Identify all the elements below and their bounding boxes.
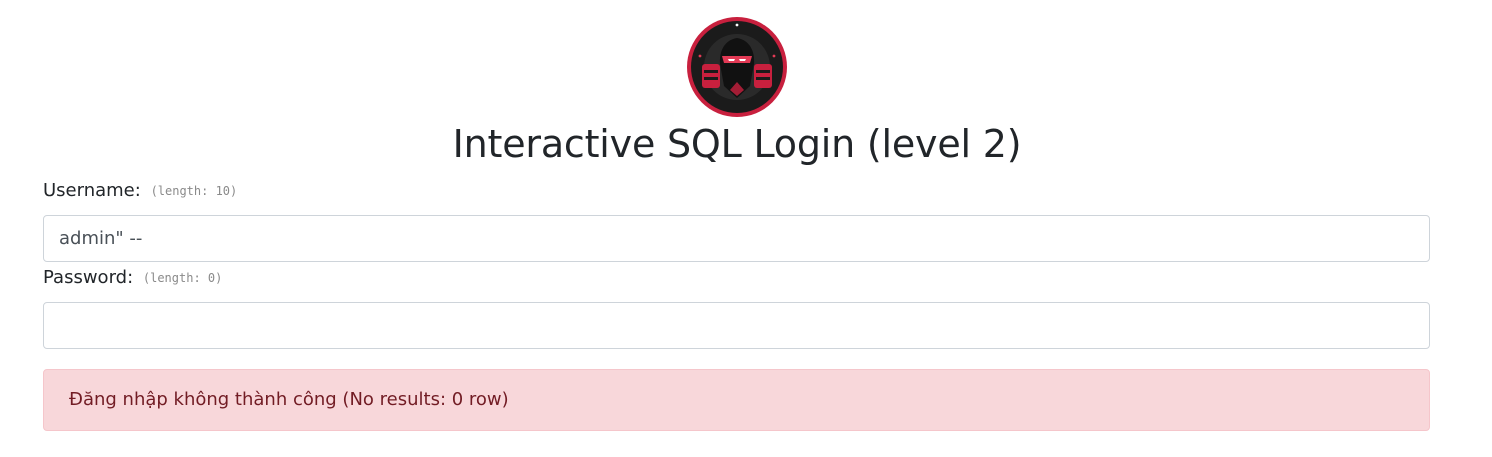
password-input[interactable] [43,302,1430,349]
login-error-alert: Đăng nhập không thành công (No results: … [43,369,1430,431]
password-length-hint: (length: 0) [142,271,223,285]
cyberjutsu-logo-icon [686,16,788,118]
login-page: Interactive SQL Login (level 2) Username… [0,0,1492,457]
password-label-text: Password: [43,267,134,288]
username-length-hint: (length: 10) [150,184,238,198]
page-title: Interactive SQL Login (level 2) [452,122,1022,166]
username-label: Username: (length: 10) [43,179,237,203]
password-label: Password: (length: 0) [43,266,222,290]
username-input[interactable] [43,215,1430,262]
username-label-text: Username: [43,180,141,201]
